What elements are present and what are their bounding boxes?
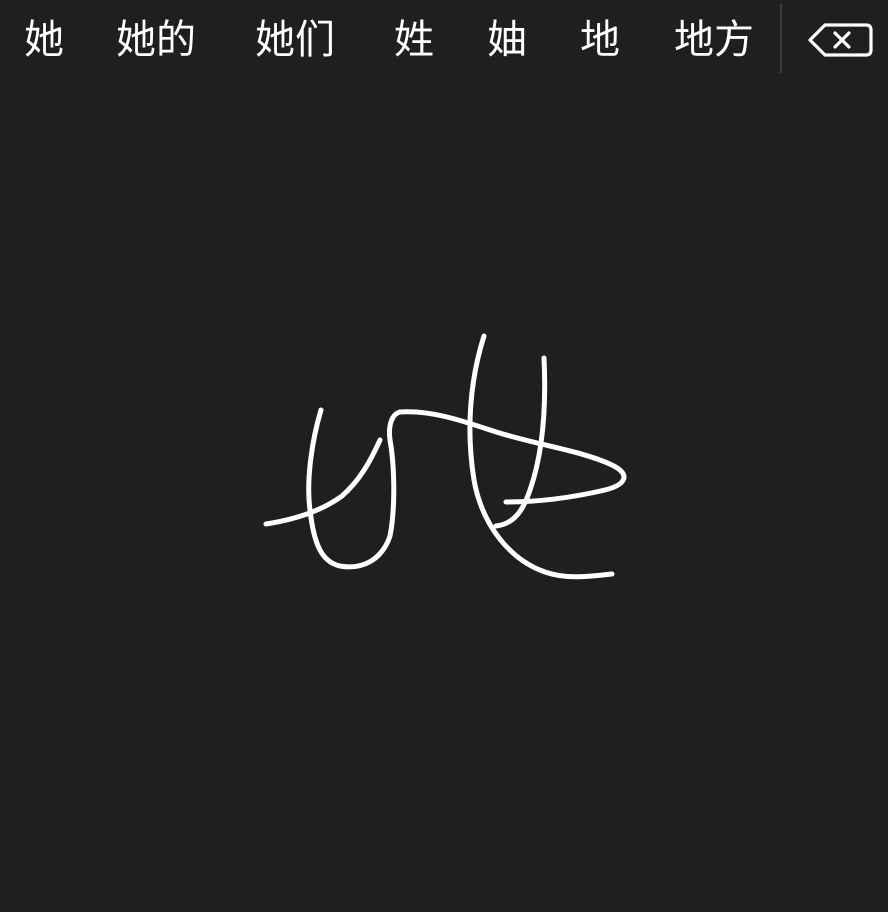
- ink-stroke: [397, 409, 627, 505]
- candidate-2[interactable]: 她的: [116, 0, 196, 80]
- candidate-3[interactable]: 她们: [255, 0, 335, 80]
- candidate-1[interactable]: 她: [24, 0, 64, 80]
- candidate-4[interactable]: 姓: [394, 0, 434, 80]
- candidate-divider: [780, 4, 782, 73]
- handwriting-keyboard: 她 她的 她们 姓 妯 地 地方: [0, 0, 888, 912]
- handwriting-canvas[interactable]: [0, 80, 888, 912]
- candidate-7[interactable]: 地方: [674, 0, 754, 80]
- ink-stroke: [306, 407, 403, 570]
- ink-stroke: [263, 437, 383, 527]
- candidate-5[interactable]: 妯: [487, 0, 527, 80]
- delete-button[interactable]: [798, 8, 878, 72]
- candidate-bar: 她 她的 她们 姓 妯 地 地方: [0, 0, 888, 80]
- candidate-6[interactable]: 地: [580, 0, 620, 80]
- handwriting-strokes: [263, 333, 627, 580]
- delete-backspace-icon: [798, 8, 878, 72]
